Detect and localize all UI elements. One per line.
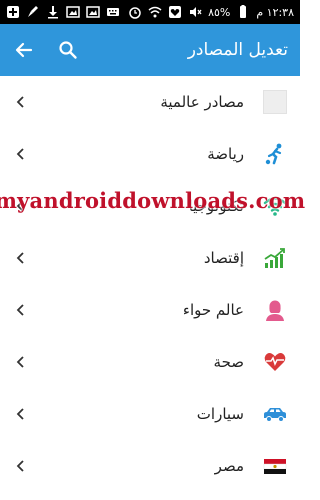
car-icon bbox=[262, 401, 288, 427]
back-arrow-icon[interactable] bbox=[12, 38, 36, 62]
app-bar: تعديل المصادر bbox=[0, 24, 300, 76]
soccer-icon bbox=[262, 141, 288, 167]
list-item-label: إقتصاد bbox=[203, 249, 244, 267]
list-item-content: تكنولوجيا bbox=[189, 193, 288, 219]
list-item-label: مصر bbox=[214, 457, 244, 475]
list-item-technology[interactable]: تكنولوجيا bbox=[0, 180, 300, 232]
list-item-content: مصر bbox=[215, 453, 288, 479]
download-icon bbox=[46, 5, 60, 19]
chevron-left-icon bbox=[14, 407, 28, 421]
mute-icon bbox=[188, 5, 202, 19]
list-item-cars[interactable]: سيارات bbox=[0, 388, 300, 440]
list-item-label: عالم حواء bbox=[182, 301, 244, 319]
keyboard-icon bbox=[106, 5, 120, 19]
heart-pulse-icon bbox=[262, 349, 288, 375]
status-bar-notifications bbox=[6, 5, 120, 19]
woman-icon bbox=[262, 297, 288, 323]
wifi-icon bbox=[262, 193, 288, 219]
broom-icon bbox=[26, 5, 40, 19]
list-item-content: مصادر عالمية bbox=[160, 89, 288, 115]
list-item-label: مصادر عالمية bbox=[160, 93, 244, 111]
list-item-content: عالم حواء bbox=[183, 297, 288, 323]
list-item-label: سيارات bbox=[196, 405, 244, 423]
list-item-egypt[interactable]: مصر bbox=[0, 440, 300, 492]
status-bar: ٨٥% ١٢:٣٨ م bbox=[0, 0, 300, 24]
list-item-content: سيارات bbox=[197, 401, 288, 427]
add-icon bbox=[6, 5, 20, 19]
list-item-womens-world[interactable]: عالم حواء bbox=[0, 284, 300, 336]
heart-icon bbox=[168, 5, 182, 19]
economy-chart-icon bbox=[262, 245, 288, 271]
app-bar-actions bbox=[12, 38, 80, 62]
list-item-content: صحة bbox=[214, 349, 288, 375]
list-item-label: تكنولوجيا bbox=[188, 197, 244, 215]
alarm-icon bbox=[128, 5, 142, 19]
chevron-left-icon bbox=[14, 147, 28, 161]
list-item-label: رياضة bbox=[207, 145, 244, 163]
sources-list: مصادر عالمية رياضة تكنولوجيا إقتصاد عالم… bbox=[0, 76, 300, 500]
image-icon bbox=[86, 5, 100, 19]
list-item-label: صحة bbox=[213, 353, 244, 371]
status-bar-system: ٨٥% ١٢:٣٨ م bbox=[128, 5, 294, 19]
chevron-left-icon bbox=[14, 303, 28, 317]
list-item-content: إقتصاد bbox=[204, 245, 288, 271]
chevron-left-icon bbox=[14, 251, 28, 265]
list-item-world-sources[interactable]: مصادر عالمية bbox=[0, 76, 300, 128]
list-item-content: رياضة bbox=[207, 141, 288, 167]
battery-percentage: ٨٥% bbox=[208, 5, 231, 19]
list-item-economy[interactable]: إقتصاد bbox=[0, 232, 300, 284]
chevron-left-icon bbox=[14, 95, 28, 109]
chevron-left-icon bbox=[14, 355, 28, 369]
chevron-left-icon bbox=[14, 459, 28, 473]
wifi-icon bbox=[148, 5, 162, 19]
search-icon[interactable] bbox=[56, 38, 80, 62]
world-sources-icon bbox=[262, 89, 288, 115]
list-item-health[interactable]: صحة bbox=[0, 336, 300, 388]
battery-icon bbox=[236, 5, 250, 19]
egypt-flag-icon bbox=[262, 453, 288, 479]
clock: ١٢:٣٨ م bbox=[256, 5, 294, 19]
chevron-left-icon bbox=[14, 199, 28, 213]
list-item-sports[interactable]: رياضة bbox=[0, 128, 300, 180]
image-icon bbox=[66, 5, 80, 19]
page-title: تعديل المصادر bbox=[187, 40, 288, 60]
